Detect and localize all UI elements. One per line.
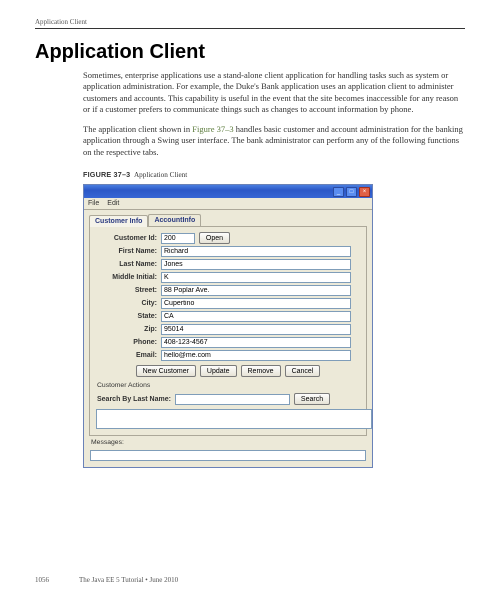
label-email: Email:: [95, 352, 161, 359]
new-customer-button[interactable]: New Customer: [136, 365, 196, 377]
row-last-name: Last Name:: [95, 259, 361, 270]
search-row: Search By Last Name: Search: [95, 393, 361, 405]
remove-button[interactable]: Remove: [241, 365, 281, 377]
label-street: Street:: [95, 287, 161, 294]
row-street: Street:: [95, 285, 361, 296]
menubar: File Edit: [84, 198, 372, 210]
input-customer-id[interactable]: [161, 233, 195, 244]
row-state: State:: [95, 311, 361, 322]
window-content: Customer Info AccountInfo Customer Id: O…: [84, 210, 372, 467]
maximize-icon[interactable]: □: [346, 187, 357, 197]
input-last-name[interactable]: [161, 259, 351, 270]
running-header: Application Client: [35, 18, 465, 29]
page-title: Application Client: [35, 41, 465, 64]
messages-label: Messages:: [91, 439, 367, 446]
row-zip: Zip:: [95, 324, 361, 335]
label-state: State:: [95, 313, 161, 320]
messages-field: [90, 450, 366, 461]
close-icon[interactable]: ×: [359, 187, 370, 197]
open-button[interactable]: Open: [199, 232, 230, 244]
input-search-last-name[interactable]: [175, 394, 290, 405]
figure-caption: FIGURE 37–3 Application Client: [83, 170, 465, 179]
cancel-button[interactable]: Cancel: [285, 365, 321, 377]
page-number: 1056: [35, 576, 49, 584]
input-state[interactable]: [161, 311, 351, 322]
tab-account-info[interactable]: AccountInfo: [148, 214, 201, 226]
figure-link[interactable]: Figure 37–3: [192, 124, 233, 134]
tab-strip: Customer Info AccountInfo: [89, 214, 367, 226]
customer-actions-label: Customer Actions: [97, 382, 361, 389]
menu-file[interactable]: File: [88, 200, 99, 207]
input-middle-initial[interactable]: [161, 272, 351, 283]
search-button[interactable]: Search: [294, 393, 330, 405]
intro-paragraph-1: Sometimes, enterprise applications use a…: [83, 70, 465, 116]
tab-customer-info[interactable]: Customer Info: [89, 215, 148, 227]
label-middle-initial: Middle Initial:: [95, 274, 161, 281]
label-last-name: Last Name:: [95, 261, 161, 268]
row-customer-id: Customer Id: Open: [95, 232, 361, 244]
input-email[interactable]: [161, 350, 351, 361]
app-window: _ □ × File Edit Customer Info AccountInf…: [83, 184, 373, 468]
row-first-name: First Name:: [95, 246, 361, 257]
para2-text-a: The application client shown in: [83, 124, 192, 134]
input-zip[interactable]: [161, 324, 351, 335]
book-title: The Java EE 5 Tutorial • June 2010: [79, 576, 178, 584]
row-phone: Phone:: [95, 337, 361, 348]
input-city[interactable]: [161, 298, 351, 309]
label-first-name: First Name:: [95, 248, 161, 255]
figure-label: FIGURE 37–3: [83, 170, 130, 179]
row-email: Email:: [95, 350, 361, 361]
results-listbox[interactable]: [96, 409, 372, 429]
input-first-name[interactable]: [161, 246, 351, 257]
minimize-icon[interactable]: _: [333, 187, 344, 197]
figure-caption-text: Application Client: [134, 171, 187, 179]
button-row: New Customer Update Remove Cancel: [95, 365, 361, 377]
titlebar: _ □ ×: [84, 185, 372, 198]
label-customer-id: Customer Id:: [95, 235, 161, 242]
row-city: City:: [95, 298, 361, 309]
intro-paragraph-2: The application client shown in Figure 3…: [83, 124, 465, 158]
page-footer: 1056 The Java EE 5 Tutorial • June 2010: [35, 576, 465, 584]
row-middle-initial: Middle Initial:: [95, 272, 361, 283]
input-street[interactable]: [161, 285, 351, 296]
update-button[interactable]: Update: [200, 365, 237, 377]
label-phone: Phone:: [95, 339, 161, 346]
input-phone[interactable]: [161, 337, 351, 348]
menu-edit[interactable]: Edit: [107, 200, 119, 207]
label-zip: Zip:: [95, 326, 161, 333]
tab-panel: Customer Id: Open First Name: Last Name:…: [89, 226, 367, 436]
label-city: City:: [95, 300, 161, 307]
search-by-last-name-label: Search By Last Name:: [95, 396, 171, 403]
